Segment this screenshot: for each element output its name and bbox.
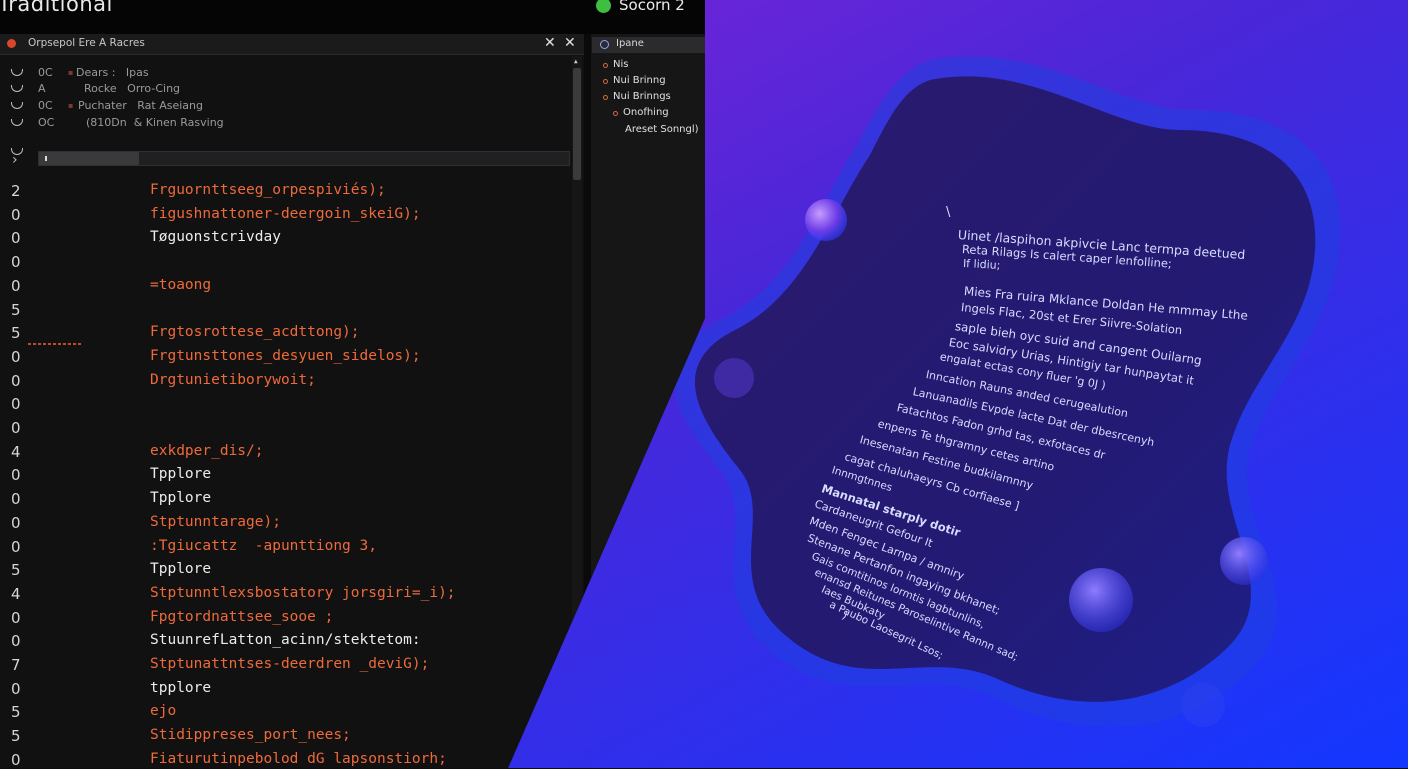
line-number: 0 [11,466,21,485]
code-line[interactable]: exkdper_dis/; [150,443,264,459]
code-line[interactable]: Tpplore [150,561,211,577]
blob-text-line: \ [946,205,951,220]
title-bar: Traditional Socorn 2 [0,0,705,34]
line-number: 5 [11,300,21,319]
bullet-icon [613,111,618,116]
horizontal-scrollbar[interactable] [38,151,570,166]
outline-number: A [38,82,46,95]
side-panel-item-label: Onofhing [623,107,669,118]
line-number: 5 [11,324,21,343]
line-number: 0 [11,632,21,651]
line-number: 2 [11,182,21,200]
close-panel-icon[interactable]: ✕ [564,35,576,51]
line-number: 0 [11,205,21,224]
line-number: 0 [11,537,21,556]
bullet-icon [603,79,608,84]
brand: Socorn 2 [596,0,685,14]
line-number: 0 [11,229,21,248]
line-number: 0 [11,513,21,532]
code-line[interactable]: Fiaturutinpebolod dG lapsonstiorh; [150,751,447,767]
line-number: 0 [11,679,21,698]
fold-icon[interactable] [11,119,23,126]
line-number: 5 [11,727,21,746]
line-number: 4 [11,442,21,461]
outline-number: 0C [38,66,53,79]
chevron-right-icon[interactable]: › [12,152,18,168]
code-line[interactable]: Fpgtordnattsee_sooe ; [150,609,333,625]
code-line[interactable]: Drgtunietiborywoit; [150,372,316,388]
fold-icon[interactable] [11,85,23,92]
code-line[interactable]: figushnattoner-deergoin_skeiG); [150,206,421,222]
side-panel-item-label: Nis [613,59,629,70]
line-number: 0 [11,371,21,390]
code-editor-panel: Orpsepol Ere A Racres ✕ ✕ 0C ▪ Dears : Ipa… [0,34,584,768]
code-line[interactable]: Tpplore [150,490,211,506]
outline-text: Puchater Rat Aseiang [78,99,203,112]
outline-number: 0C [38,99,53,112]
code-line[interactable]: Stidippreses_port_nees; [150,727,351,743]
line-number: 0 [11,395,21,414]
line-number: 0 [11,276,21,295]
brand-label: Socorn 2 [619,0,685,14]
scroll-up-icon[interactable]: ▲ [574,58,578,65]
bullet-icon [603,95,608,100]
code-line[interactable]: :Tgiucattz -apunttiong 3, [150,538,377,554]
code-line[interactable]: Tpplore [150,466,211,482]
line-number: 0 [11,608,21,627]
scrollbar-thumb[interactable] [39,152,139,165]
line-number: 0 [11,253,21,272]
code-line[interactable]: Frgtunsttones_desyuen_sidelos); [150,348,421,364]
line-number: 7 [11,656,21,674]
editor-tab[interactable]: Orpsepol Ere A Racres [28,37,145,49]
outline-text: Dears : Ipas [76,66,149,79]
side-panel-title: Ipane [616,38,644,49]
code-line[interactable]: ejo [150,703,176,719]
side-panel-header[interactable]: Ipane [592,37,705,53]
outline-number: OC [38,116,55,129]
scrollbar-thumb[interactable] [573,68,581,180]
side-panel-item-label: Nui Brinngs [613,91,671,102]
code-line[interactable]: Stptunattntses-deerdren _deviG); [150,656,429,672]
bullet-icon: ▪ [68,101,74,110]
error-squiggle [28,343,82,345]
editor-tab-bar: Orpsepol Ere A Racres ✕ ✕ [0,34,584,55]
line-number: 0 [11,347,21,366]
side-panel-item-label: Areset Sonngl) [625,124,699,135]
circle-icon [600,40,609,49]
bullet-icon [603,63,608,68]
line-number: 0 [11,490,21,509]
code-line[interactable]: Tøguonstcrivday [150,229,281,245]
outline-text: Rocke Orro-Cing [84,82,181,95]
outline-text: (810Dn & Kinen Rasving [86,116,224,129]
bullet-icon: ▪ [68,68,74,77]
code-line[interactable]: Frgtosrottese_acdttong); [150,324,360,340]
brand-logo-icon [596,0,611,13]
code-line[interactable]: tpplore [150,680,211,696]
code-line[interactable]: =toaong [150,277,211,293]
fold-icon[interactable] [11,69,23,76]
app-title: Traditional [0,0,113,16]
side-panel-item-label: Nui Brinng [613,75,666,86]
line-number: 5 [11,703,21,722]
code-line[interactable]: Stptunntarage); [150,514,281,530]
unsaved-dot-icon [7,39,16,48]
code-line[interactable]: Stptunntlexsbostatory jorsgiri=_i); [150,585,456,601]
code-line[interactable]: Frguornttseeg_orpespiviés); [150,182,386,198]
line-number: 5 [11,561,21,580]
line-number: 0 [11,750,21,769]
close-icon[interactable]: ✕ [544,35,556,51]
blob-text-line: If lidiu; [962,257,1001,272]
line-number: 0 [11,419,21,437]
fold-icon[interactable] [11,102,23,109]
line-number: 4 [11,584,21,603]
code-line[interactable]: StuunrefLatton_acinn/stektetom: [150,632,421,648]
